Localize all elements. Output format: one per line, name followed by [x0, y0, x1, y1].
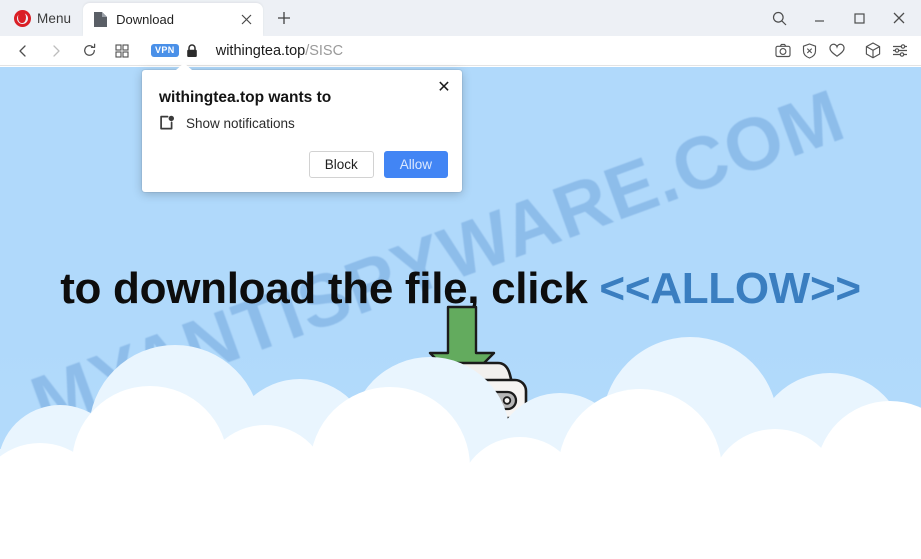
- forward-button[interactable]: [41, 38, 71, 64]
- dialog-close-icon[interactable]: ✕: [434, 78, 454, 98]
- dialog-permission-label: Show notifications: [186, 115, 295, 131]
- opera-logo: [14, 9, 31, 27]
- vpn-badge[interactable]: VPN: [151, 44, 179, 57]
- tab-close-icon[interactable]: [237, 11, 255, 29]
- ad-blocker-shield-icon[interactable]: [796, 38, 823, 64]
- block-button[interactable]: Block: [308, 151, 374, 178]
- document-icon: [94, 12, 108, 27]
- tab-strip: Menu Download: [0, 0, 921, 36]
- extensions-cube-icon[interactable]: [859, 38, 886, 64]
- browser-window: Menu Download VPN withingtea.top/SISC MY…: [0, 0, 921, 559]
- dialog-title: withingtea.top wants to: [159, 89, 332, 106]
- cloud-illustration: [0, 299, 921, 559]
- back-button[interactable]: [8, 38, 38, 64]
- url-host: withingtea.top: [215, 42, 306, 59]
- window-controls: [759, 0, 921, 36]
- search-icon[interactable]: [759, 1, 799, 35]
- address-toolbar: VPN withingtea.top/SISC: [0, 36, 921, 66]
- maximize-button[interactable]: [839, 1, 879, 35]
- opera-menu-label: Menu: [37, 10, 72, 26]
- lock-icon[interactable]: [186, 43, 198, 58]
- browser-toolbar-icons: [769, 38, 921, 64]
- snapshot-camera-icon[interactable]: [769, 38, 796, 64]
- notification-permission-dialog: ✕ withingtea.top wants to Show notificat…: [142, 63, 462, 192]
- opera-menu-button[interactable]: Menu: [8, 4, 77, 32]
- allow-button[interactable]: Allow: [383, 151, 448, 178]
- reload-icon[interactable]: [74, 38, 104, 64]
- url-path: /SISC: [305, 42, 344, 59]
- easy-setup-sliders-icon[interactable]: [886, 38, 913, 64]
- dialog-actions: Block Allow: [308, 151, 448, 178]
- minimize-button[interactable]: [799, 1, 839, 35]
- browser-tab-download[interactable]: Download: [83, 3, 264, 36]
- close-window-button[interactable]: [879, 1, 919, 35]
- speed-dial-grid-icon[interactable]: [107, 38, 137, 64]
- address-bar[interactable]: VPN withingtea.top/SISC: [151, 38, 769, 64]
- tab-title: Download: [116, 12, 174, 27]
- notification-bracket-icon: [159, 115, 175, 131]
- url-text[interactable]: withingtea.top/SISC: [216, 43, 343, 59]
- dialog-permission-row: Show notifications: [159, 115, 295, 131]
- new-tab-button[interactable]: [269, 3, 299, 33]
- heart-favorites-icon[interactable]: [823, 38, 850, 64]
